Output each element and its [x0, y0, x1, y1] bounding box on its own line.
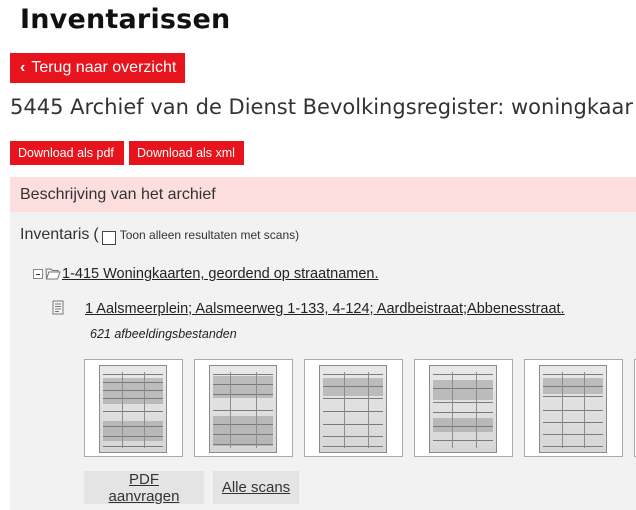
- inventory-label: Inventaris: [20, 226, 90, 243]
- paren-open: (: [93, 226, 99, 243]
- archive-title: 5445 Archief van de Dienst Bevolkingsreg…: [10, 95, 633, 119]
- download-xml-button[interactable]: Download als xml: [129, 141, 244, 165]
- collapse-icon[interactable]: [33, 269, 43, 279]
- scan-thumbnail[interactable]: [414, 359, 513, 457]
- page-title: Inventarissen: [20, 4, 231, 35]
- scan-image: [319, 365, 387, 453]
- scan-image: [539, 365, 607, 453]
- scan-image: [209, 365, 277, 453]
- scan-thumbnail[interactable]: [84, 359, 183, 457]
- download-pdf-button[interactable]: Download als pdf: [10, 141, 124, 165]
- folder-open-icon: [45, 268, 61, 280]
- image-count: 621 afbeeldingsbestanden: [90, 327, 237, 341]
- scans-only-label[interactable]: Toon alleen resultaten met scans): [120, 228, 299, 242]
- tree-node-link[interactable]: 1-415 Woningkaarten, geordend op straatn…: [62, 266, 379, 282]
- scans-only-checkbox[interactable]: [101, 231, 116, 245]
- back-button-label: Terug naar overzicht: [31, 59, 177, 76]
- chevron-left-icon: ‹: [20, 59, 26, 76]
- tree-node: 1-415 Woningkaarten, geordend op straatn…: [33, 266, 379, 282]
- archive-description-header[interactable]: Beschrijving van het archief: [10, 177, 636, 212]
- inventory-filter-line: Inventaris ( Toon alleen resultaten met …: [20, 226, 299, 245]
- pdf-request-button[interactable]: PDF aanvragen: [84, 471, 204, 505]
- all-scans-button[interactable]: Alle scans: [213, 471, 299, 504]
- scan-thumbnail[interactable]: [524, 359, 623, 457]
- scan-image: [429, 365, 497, 453]
- archive-description-label: Beschrijving van het archief: [20, 185, 216, 203]
- document-icon: [52, 300, 64, 315]
- scan-thumbnail[interactable]: [304, 359, 403, 457]
- inventory-item-link[interactable]: 1 Aalsmeerplein; Aalsmeerweg 1-133, 4-12…: [85, 301, 565, 317]
- back-to-overview-button[interactable]: ‹ Terug naar overzicht: [10, 53, 185, 83]
- scan-thumbnail[interactable]: [194, 359, 293, 457]
- scan-image: [99, 365, 167, 453]
